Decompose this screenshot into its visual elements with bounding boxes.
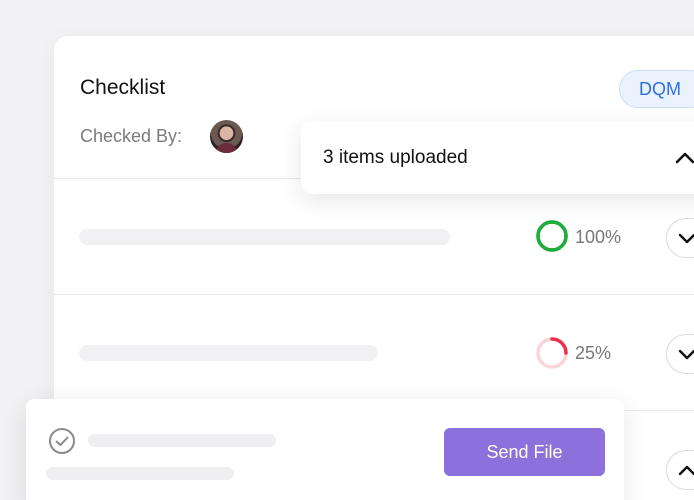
chevron-down-icon (678, 233, 694, 244)
progress-ring-fill (536, 220, 568, 252)
check-circle-icon (49, 428, 75, 454)
upload-status-popover[interactable]: 3 items uploaded (301, 121, 694, 194)
file-meta-placeholder (46, 467, 234, 480)
chevron-up-icon[interactable] (674, 151, 694, 165)
progress-ring (536, 337, 568, 369)
progress-ring (536, 220, 568, 252)
expand-button[interactable] (666, 218, 694, 258)
avatar-shirt (216, 143, 237, 153)
chevron-up-icon (678, 465, 694, 476)
item-percent: 100% (575, 227, 622, 247)
upload-status-text: 3 items uploaded (323, 147, 468, 168)
collapse-button[interactable] (666, 450, 694, 490)
item-title-placeholder (79, 229, 450, 245)
expand-button[interactable] (666, 334, 694, 374)
avatar[interactable] (210, 120, 243, 153)
item-title-placeholder (79, 345, 378, 361)
checked-by-label: Checked By: (80, 126, 183, 146)
chevron-down-icon (678, 349, 694, 360)
checklist-title: Checklist (80, 76, 166, 99)
dqm-badge[interactable]: DQM (619, 70, 694, 108)
divider (54, 294, 694, 295)
send-file-button[interactable]: Send File (444, 428, 605, 476)
file-name-placeholder (88, 434, 276, 447)
send-file-card: Send File (26, 399, 624, 500)
item-percent: 25% (575, 343, 612, 363)
